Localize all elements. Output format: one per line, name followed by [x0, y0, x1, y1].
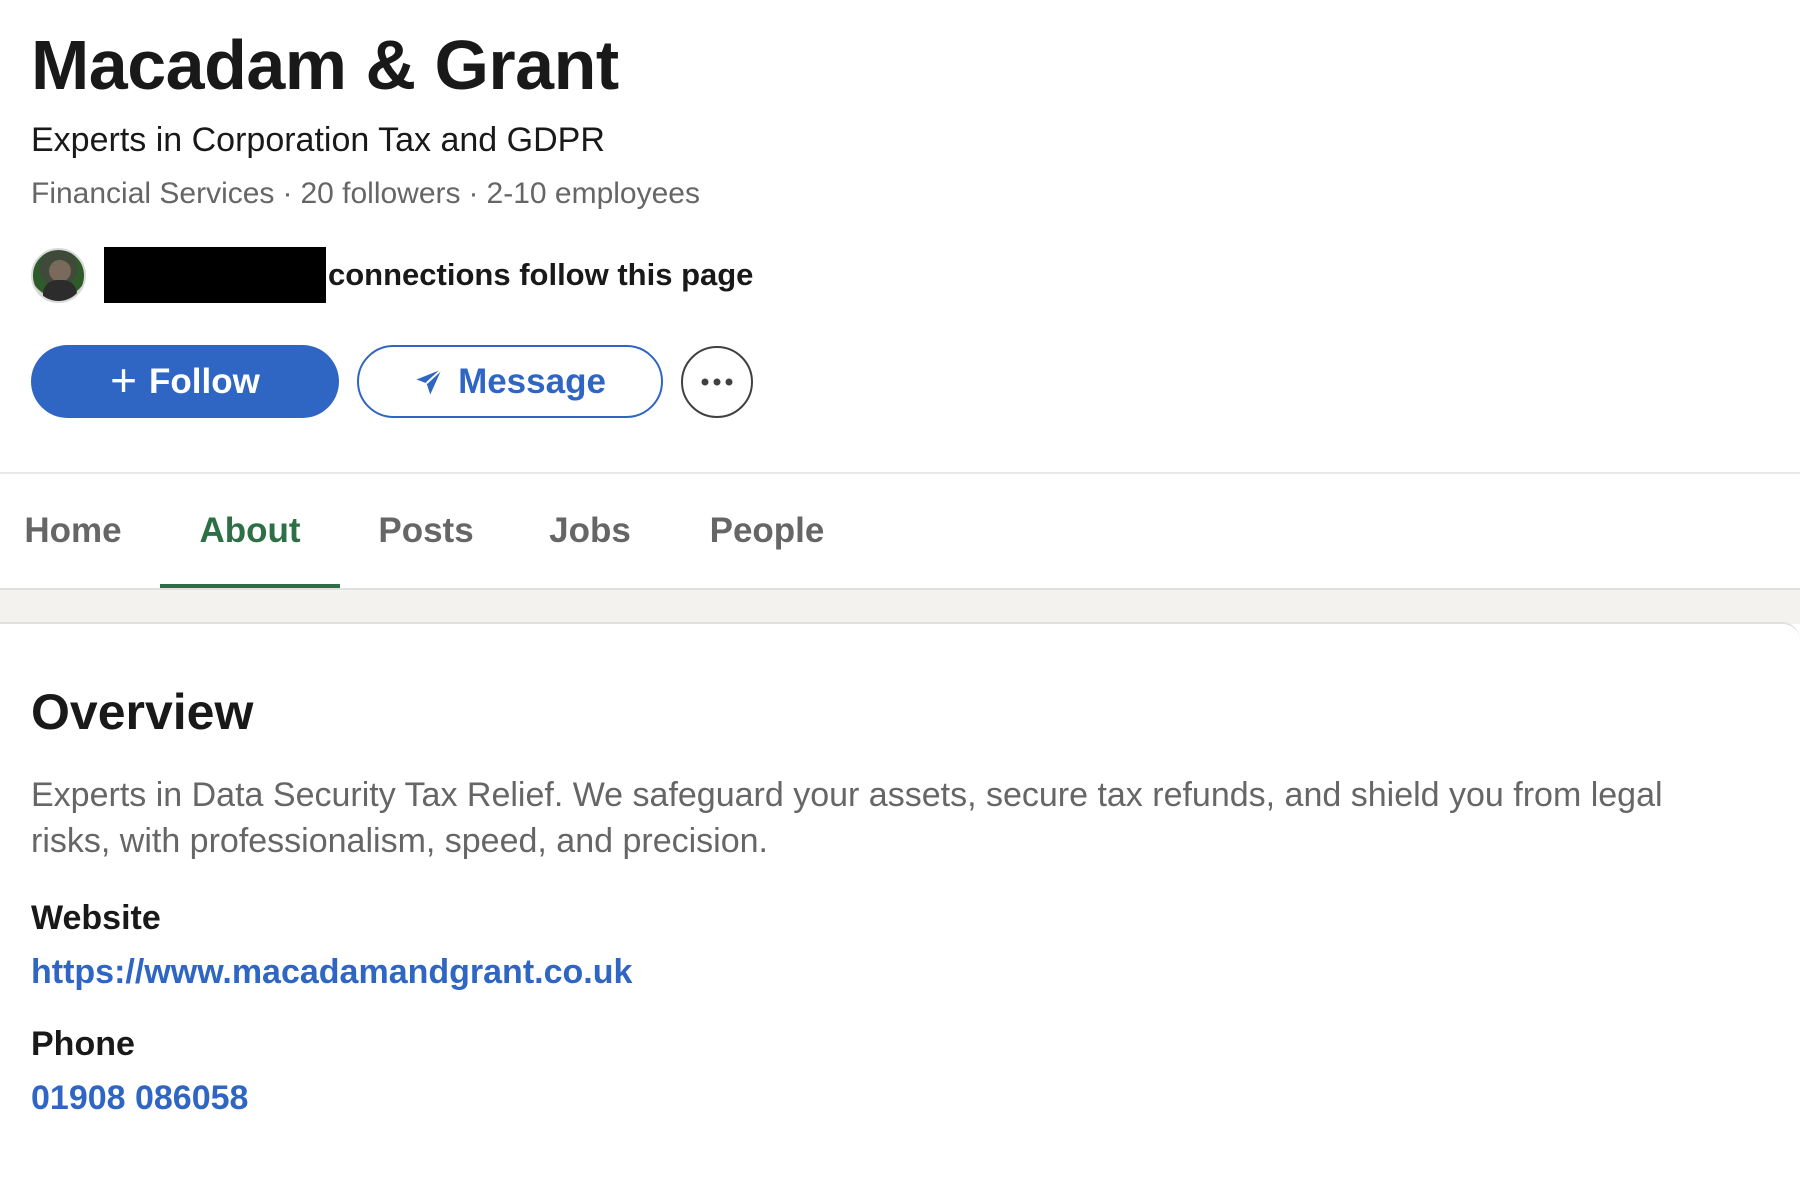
tab-jobs[interactable]: Jobs [512, 474, 668, 588]
employees-count[interactable]: 2-10 employees [487, 177, 700, 210]
overview-card-edge [0, 622, 1800, 642]
send-icon [416, 368, 443, 394]
tab-posts[interactable]: Posts [344, 474, 508, 588]
industry-text: Financial Services [31, 177, 275, 210]
page-tabs: Home About Posts Jobs People [0, 474, 1800, 588]
company-tagline: Experts in Corporation Tax and GDPR [31, 121, 605, 159]
tab-about[interactable]: About [160, 474, 340, 588]
website-label: Website [31, 899, 161, 937]
follow-label: Follow [149, 361, 260, 401]
connections-text: connections follow this page [328, 257, 754, 292]
tab-people[interactable]: People [672, 474, 862, 588]
more-horizontal-icon [701, 378, 733, 385]
tab-home[interactable]: Home [0, 474, 146, 588]
meta-separator: · [282, 177, 293, 210]
avatar-body [43, 279, 77, 301]
overview-section: Overview Experts in Data Security Tax Re… [31, 680, 1751, 1120]
action-buttons: + Follow Message [31, 345, 753, 418]
phone-link[interactable]: 01908 086058 [31, 1076, 248, 1120]
plus-icon: + [110, 353, 138, 406]
company-name: Macadam & Grant [31, 26, 619, 104]
company-header: Macadam & Grant Experts in Corporation T… [31, 20, 1771, 214]
connection-avatar [31, 247, 86, 303]
overview-description: Experts in Data Security Tax Relief. We … [31, 776, 1663, 860]
more-options-button[interactable] [681, 345, 753, 418]
section-gap [0, 588, 1800, 624]
website-link[interactable]: https://www.macadamandgrant.co.uk [31, 950, 632, 994]
message-label: Message [458, 361, 606, 401]
message-button[interactable]: Message [357, 345, 663, 418]
redacted-connection-names [104, 247, 326, 303]
meta-separator: · [468, 177, 479, 210]
company-page: Macadam & Grant Experts in Corporation T… [0, 0, 1800, 1193]
phone-label: Phone [31, 1025, 135, 1063]
followers-count[interactable]: 20 followers [300, 177, 460, 210]
follow-button[interactable]: + Follow [31, 345, 339, 418]
connections-follow-row[interactable]: connections follow this page [31, 247, 753, 303]
company-meta: Financial Services · 20 followers · 2-10 emp… [31, 174, 1771, 214]
overview-title: Overview [31, 684, 254, 740]
avatar-head [49, 259, 71, 282]
